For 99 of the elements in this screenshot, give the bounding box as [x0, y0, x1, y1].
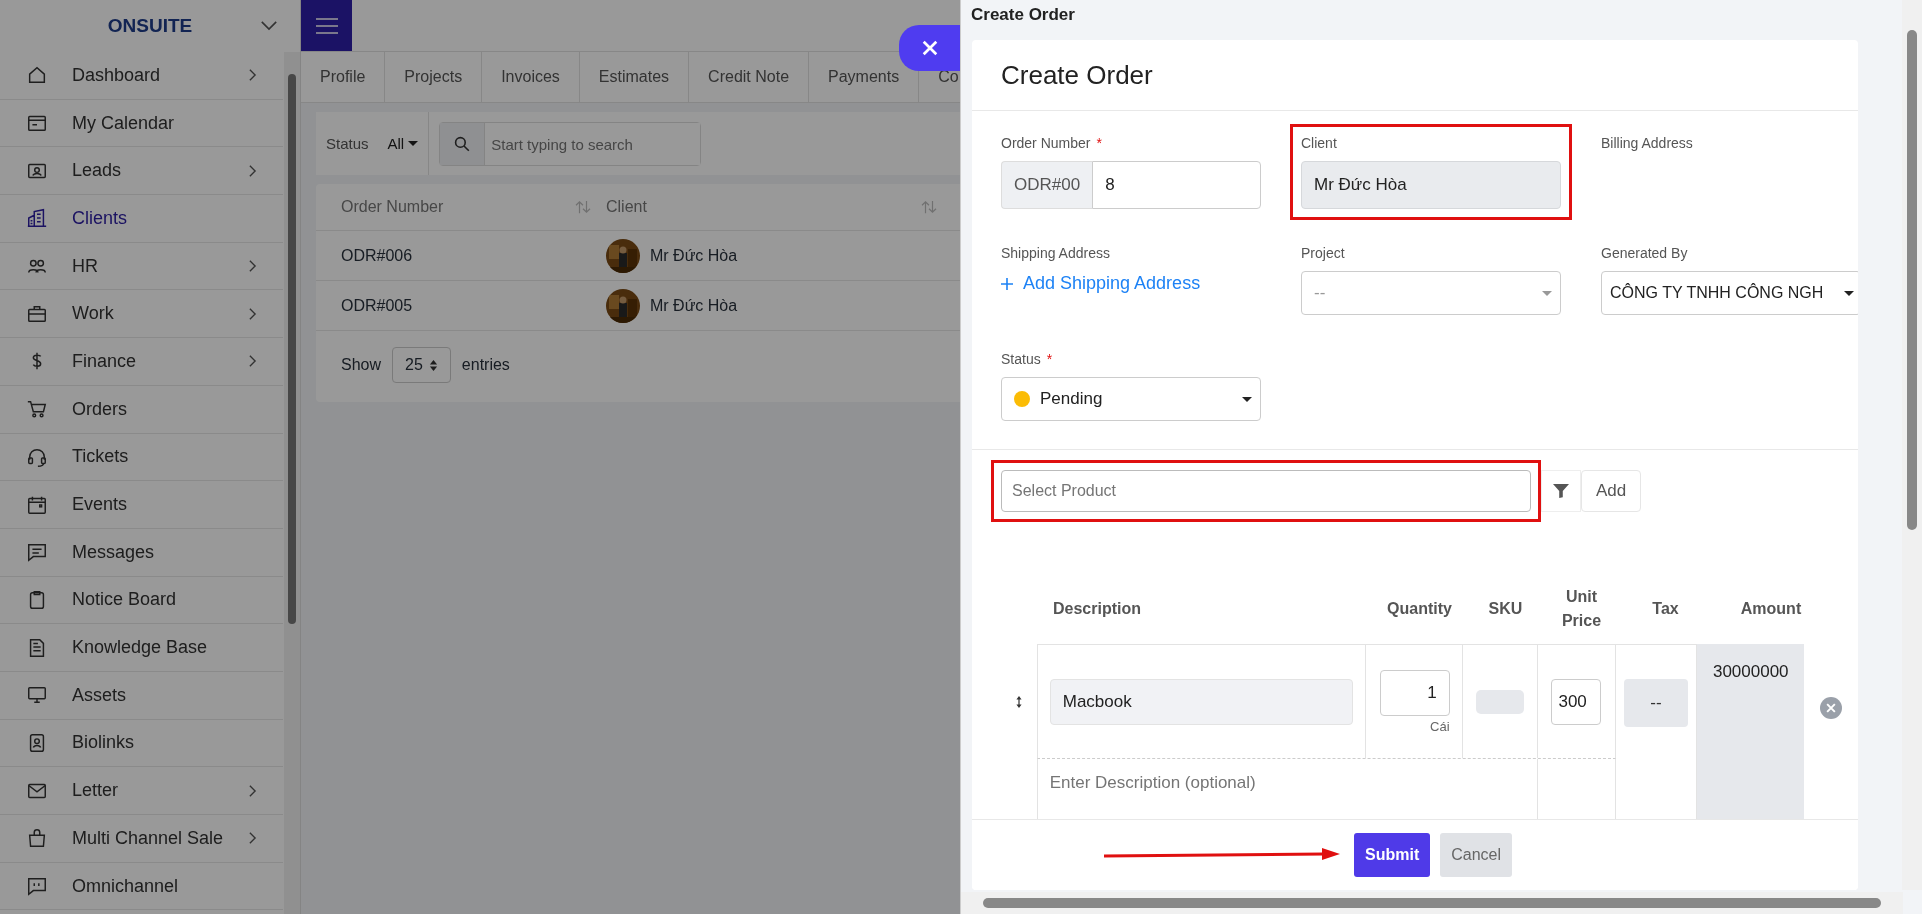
scrollbar[interactable]	[961, 892, 1903, 914]
sidebar-item[interactable]: Events	[0, 481, 283, 529]
column-header: Quantity	[1387, 600, 1452, 617]
tab[interactable]: Estimates	[579, 52, 690, 102]
pagination-label: Show	[341, 356, 382, 374]
sidebar-item[interactable]: Letter	[0, 767, 283, 815]
menu-icon	[26, 827, 48, 850]
page-size-select[interactable]: 25	[392, 347, 451, 383]
unit-label: Cái	[1430, 718, 1450, 734]
menu-icon	[26, 875, 48, 898]
chevron-right-icon	[248, 163, 257, 178]
column-header: Unit Price	[1561, 587, 1602, 631]
menu-icon	[26, 541, 48, 564]
filter-icon	[1552, 483, 1570, 499]
field-label: Client	[1301, 135, 1337, 151]
table-cell[interactable]: Mr Đức Hòa	[650, 246, 738, 265]
sort-icon	[428, 358, 438, 372]
unit-price-field[interactable]: 300	[1551, 678, 1602, 725]
submit-button[interactable]: Submit	[1354, 833, 1431, 877]
sidebar-item[interactable]: Biolinks	[0, 719, 283, 768]
close-icon	[921, 39, 939, 57]
required-mark: *	[1046, 351, 1053, 367]
chevron-right-icon	[248, 831, 257, 846]
table-cell[interactable]: ODR#006	[341, 246, 413, 265]
sidebar-item[interactable]: Leads	[0, 147, 283, 196]
sidebar-item[interactable]: Notice Board	[0, 576, 283, 625]
chevron-right-icon	[248, 259, 257, 274]
sidebar-item[interactable]: Orders	[0, 385, 283, 434]
brand-logo[interactable]: ONSUITE	[107, 15, 193, 37]
order-number-field[interactable]: 8	[1092, 161, 1261, 209]
table-cell[interactable]: Mr Đức Hòa	[650, 296, 738, 315]
client-field[interactable]: Mr Đức Hòa	[1301, 161, 1561, 209]
add-shipping-link[interactable]: Add Shipping Address	[1001, 273, 1261, 294]
sidebar-item[interactable]: Finance	[0, 338, 283, 386]
pagination-label: entries	[461, 356, 510, 374]
field-label: Order Number	[1001, 135, 1091, 151]
tab[interactable]: Invoices	[482, 52, 580, 102]
modal-title: Create Order	[1001, 59, 1153, 91]
chevron-right-icon	[248, 783, 257, 798]
sidebar-item[interactable]: HR	[0, 242, 283, 291]
tab[interactable]: Profile	[301, 52, 386, 102]
modal-backdrop[interactable]	[0, 0, 960, 914]
window-title: Create Order	[970, 4, 1076, 26]
generated-by-select[interactable]: CÔNG TY TNHH CÔNG NGH	[1601, 271, 1858, 315]
chevron-right-icon	[248, 306, 257, 321]
column-header[interactable]: Client	[606, 198, 647, 216]
sidebar-item[interactable]: Tickets	[0, 433, 283, 482]
add-button[interactable]: Add	[1581, 470, 1642, 512]
column-header: SKU	[1488, 600, 1523, 617]
sidebar-item[interactable]: Work	[0, 290, 283, 339]
column-header: Tax	[1652, 600, 1679, 617]
field-label: Status	[1001, 351, 1041, 367]
scrollbar[interactable]	[1902, 0, 1922, 890]
search-field[interactable]: Start typing to search	[439, 122, 702, 166]
table-cell[interactable]: ODR#005	[341, 296, 413, 315]
description-field[interactable]: Macbook	[1049, 678, 1353, 725]
sidebar-item[interactable]: Dashboard	[0, 52, 283, 100]
column-header: Description	[1053, 600, 1141, 617]
sidebar-item[interactable]: Multi Channel Sale	[0, 815, 283, 863]
order-prefix: ODR#00	[1001, 161, 1093, 209]
sku-field[interactable]	[1475, 689, 1524, 714]
sidebar-item[interactable]: Clients	[0, 195, 283, 243]
tab[interactable]: Credit Note	[689, 52, 810, 102]
field-label: Generated By	[1601, 245, 1688, 261]
product-search-field[interactable]: Select Product	[1001, 470, 1531, 512]
cancel-button[interactable]: Cancel	[1440, 833, 1513, 877]
close-button[interactable]	[899, 25, 961, 71]
chevron-right-icon	[248, 68, 257, 83]
amount-cell: 30000000	[1712, 662, 1789, 681]
tab[interactable]: Projects	[385, 52, 483, 102]
chevron-down-icon[interactable]	[260, 20, 278, 31]
chevron-right-icon	[248, 354, 257, 369]
column-header: Amount	[1740, 600, 1802, 617]
search-icon	[454, 136, 471, 152]
remove-icon[interactable]	[1820, 697, 1843, 719]
filter-label: Status	[326, 135, 369, 152]
filter-button[interactable]	[1541, 470, 1581, 512]
field-label: Project	[1301, 245, 1345, 261]
menu-icon	[313, 16, 340, 35]
status-dropdown[interactable]: All	[387, 135, 419, 152]
sidebar-item[interactable]: Messages	[0, 528, 283, 577]
sort-icon[interactable]	[920, 200, 938, 214]
menu-button[interactable]	[301, 0, 352, 51]
sidebar-item[interactable]: Assets	[0, 671, 283, 720]
menu-icon	[26, 207, 48, 230]
sidebar-item[interactable]: My Calendar	[0, 99, 283, 148]
status-select[interactable]: Pending	[1001, 377, 1261, 421]
field-label: Shipping Address	[1001, 245, 1110, 261]
quantity-field[interactable]: 1	[1379, 669, 1450, 716]
sidebar-item[interactable]: Knowledge Base	[0, 624, 283, 672]
tax-select[interactable]: --	[1623, 679, 1688, 727]
scrollbar[interactable]	[284, 52, 300, 914]
required-mark: *	[1096, 135, 1102, 151]
field-label: Billing Address	[1601, 135, 1693, 151]
plus-icon	[1001, 277, 1013, 290]
column-header[interactable]: Order Number	[341, 198, 444, 216]
sort-icon[interactable]	[574, 200, 592, 214]
sidebar-item[interactable]: Omnichannel	[0, 862, 283, 911]
drag-handle-icon[interactable]	[1014, 695, 1023, 708]
